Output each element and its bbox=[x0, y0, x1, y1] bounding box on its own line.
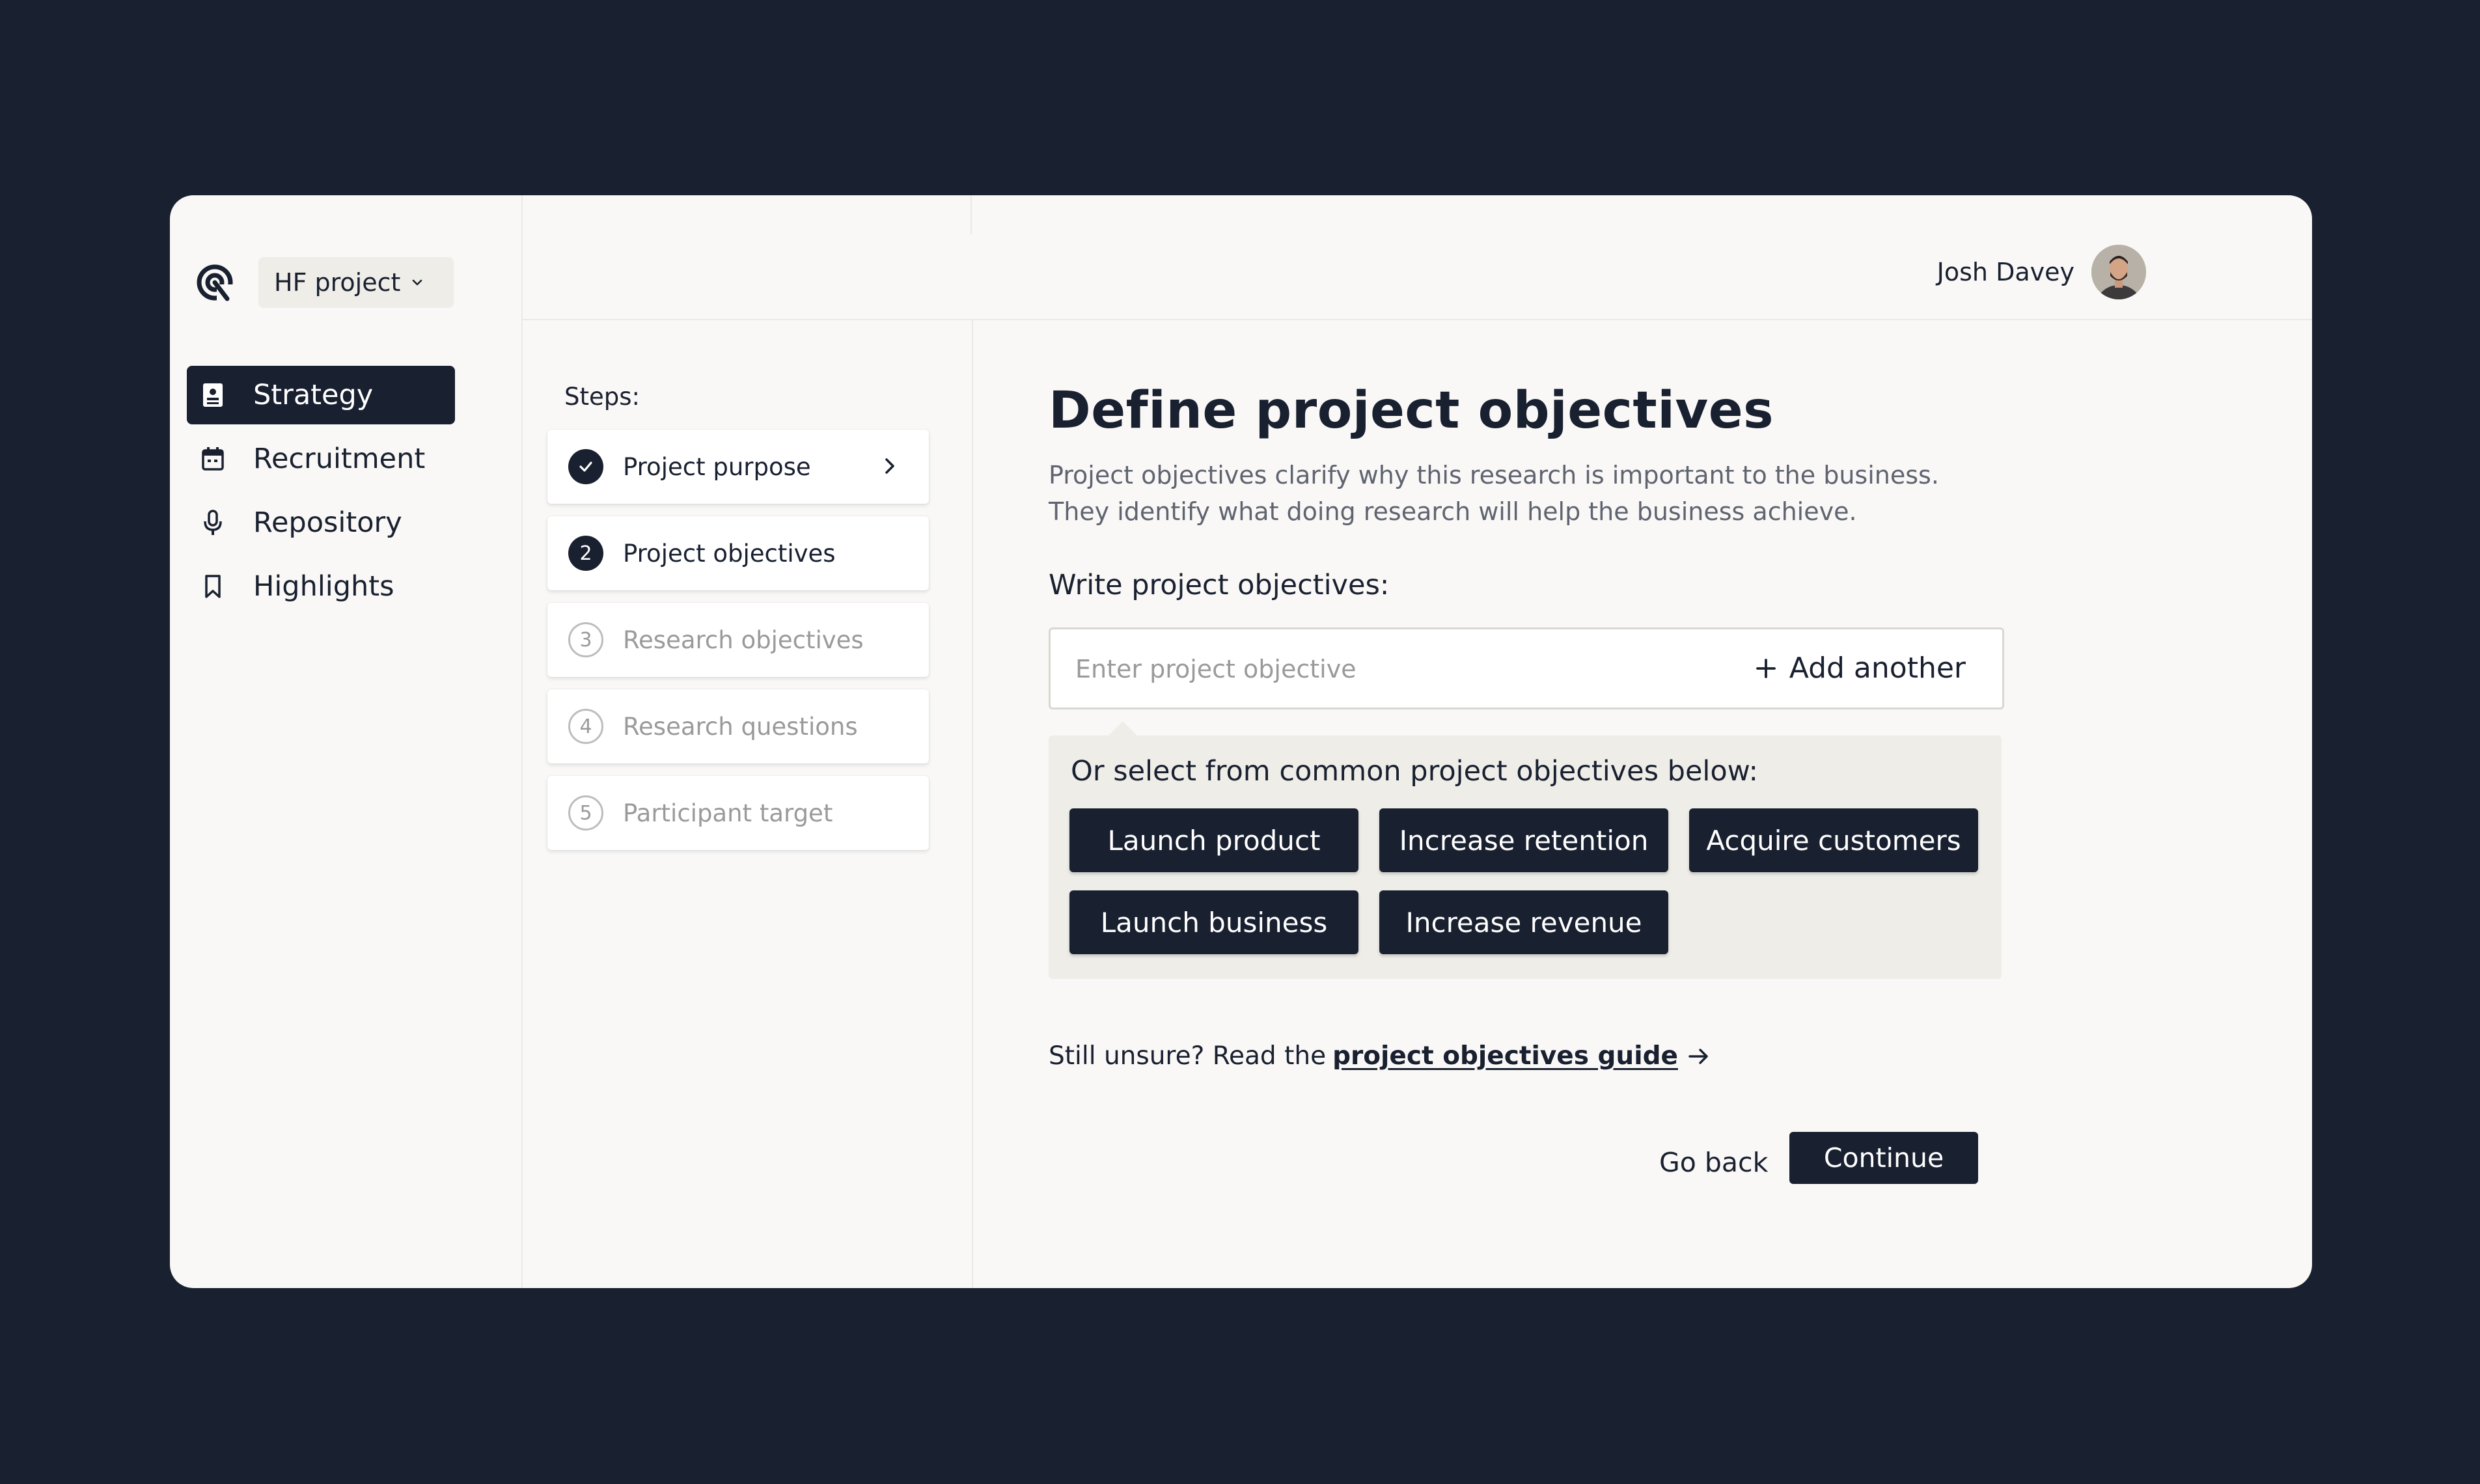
divider bbox=[971, 195, 972, 234]
project-dropdown[interactable]: HF project bbox=[258, 257, 454, 308]
sidebar: HF project Strategy Recruitment Reposito… bbox=[170, 195, 523, 1288]
logo-icon bbox=[195, 262, 235, 303]
chip-increase-retention[interactable]: Increase retention bbox=[1379, 808, 1668, 872]
suggestions-panel: Or select from common project objectives… bbox=[1049, 721, 2002, 979]
avatar[interactable] bbox=[2091, 245, 2146, 299]
project-name: HF project bbox=[274, 268, 401, 297]
step-label: Project objectives bbox=[623, 539, 836, 568]
add-another-label: Add another bbox=[1789, 652, 1966, 685]
step-project-purpose[interactable]: Project purpose bbox=[547, 430, 929, 504]
sidebar-item-strategy[interactable]: Strategy bbox=[187, 366, 455, 424]
guide-link[interactable]: project objectives guide bbox=[1332, 1041, 1678, 1071]
user-menu[interactable]: Josh Davey bbox=[1937, 245, 2146, 299]
guide-text: Still unsure? Read the project objective… bbox=[1049, 1041, 1711, 1071]
chip-launch-business[interactable]: Launch business bbox=[1069, 890, 1358, 954]
chip-increase-revenue[interactable]: Increase revenue bbox=[1379, 890, 1668, 954]
sidebar-item-recruitment[interactable]: Recruitment bbox=[187, 430, 455, 488]
calendar-icon bbox=[200, 446, 226, 472]
objective-input[interactable] bbox=[1074, 629, 1715, 709]
microphone-icon bbox=[200, 510, 226, 536]
page-title: Define project objectives bbox=[1049, 381, 1774, 440]
step-research-objectives[interactable]: 3 Research objectives bbox=[547, 603, 929, 677]
chip-launch-product[interactable]: Launch product bbox=[1069, 808, 1358, 872]
sidebar-nav: Strategy Recruitment Repository Highligh… bbox=[187, 366, 455, 621]
description-line: They identify what doing research will h… bbox=[1049, 497, 1857, 526]
sidebar-item-label: Highlights bbox=[253, 570, 394, 603]
sidebar-item-label: Repository bbox=[253, 506, 402, 539]
objectives-label: Write project objectives: bbox=[1049, 569, 1390, 601]
chevron-right-icon bbox=[878, 454, 902, 484]
check-icon bbox=[568, 449, 603, 484]
sidebar-item-repository[interactable]: Repository bbox=[187, 493, 455, 552]
step-number: 4 bbox=[568, 709, 603, 744]
arrow-right-icon[interactable] bbox=[1687, 1047, 1711, 1066]
step-number: 2 bbox=[568, 536, 603, 571]
plus-icon bbox=[1754, 657, 1778, 680]
continue-button[interactable]: Continue bbox=[1789, 1132, 1978, 1184]
step-project-objectives[interactable]: 2 Project objectives bbox=[547, 516, 929, 590]
step-label: Project purpose bbox=[623, 452, 811, 481]
description-line: Project objectives clarify why this rese… bbox=[1049, 461, 1939, 489]
chip-acquire-customers[interactable]: Acquire customers bbox=[1689, 808, 1978, 872]
objective-input-box: Add another bbox=[1049, 627, 2004, 709]
step-label: Research objectives bbox=[623, 625, 864, 654]
chevron-down-icon bbox=[409, 275, 425, 290]
step-label: Participant target bbox=[623, 799, 833, 827]
sidebar-item-highlights[interactable]: Highlights bbox=[187, 557, 455, 616]
step-number: 3 bbox=[568, 622, 603, 657]
bookmark-icon bbox=[200, 573, 226, 599]
step-number: 5 bbox=[568, 795, 603, 831]
guide-prefix: Still unsure? Read the bbox=[1049, 1041, 1327, 1071]
suggestions-label: Or select from common project objectives… bbox=[1071, 755, 1758, 788]
user-name: Josh Davey bbox=[1936, 258, 2074, 286]
sidebar-item-label: Recruitment bbox=[253, 443, 426, 475]
step-research-questions[interactable]: 4 Research questions bbox=[547, 689, 929, 763]
go-back-button[interactable]: Go back bbox=[1659, 1147, 1768, 1178]
pointer-arrow bbox=[1109, 721, 1137, 735]
steps-label: Steps: bbox=[564, 383, 640, 411]
strategy-icon bbox=[200, 382, 226, 408]
top-bar: Josh Davey bbox=[521, 195, 2312, 320]
step-label: Research questions bbox=[623, 712, 858, 741]
sidebar-item-label: Strategy bbox=[253, 379, 374, 411]
steps-panel: Steps: Project purpose 2 Project objecti… bbox=[521, 319, 973, 1288]
app-window: HF project Strategy Recruitment Reposito… bbox=[170, 195, 2312, 1288]
add-another-button[interactable]: Add another bbox=[1754, 652, 1966, 685]
step-participant-target[interactable]: 5 Participant target bbox=[547, 776, 929, 850]
page-description: Project objectives clarify why this rese… bbox=[1049, 457, 2025, 530]
